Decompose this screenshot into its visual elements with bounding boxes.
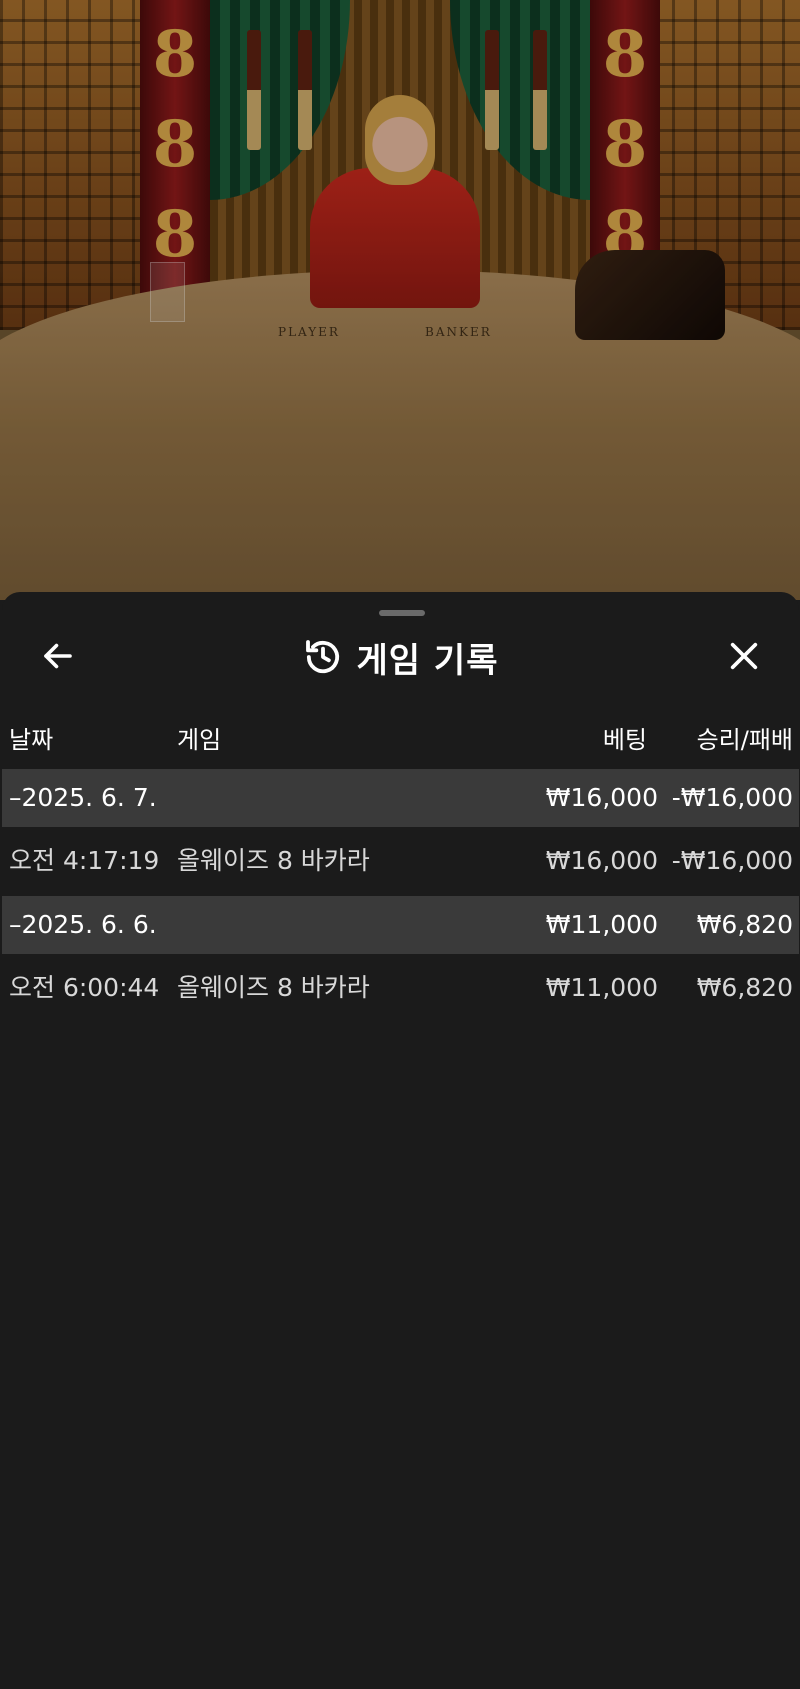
row-time: 오전 4:17:19: [9, 846, 160, 875]
page-title: 게임 기록: [356, 640, 499, 681]
row-winloss: ₩6,820: [696, 910, 793, 939]
column-header-winloss: 승리/패배: [696, 726, 793, 754]
row-game: 올웨이즈 8 바카라: [177, 973, 370, 1002]
drag-handle[interactable]: [379, 610, 425, 616]
sheet-header: 게임 기록: [2, 622, 799, 692]
row-bet: ₩11,000: [545, 973, 658, 1002]
date-group-row[interactable]: –2025. 6. 6. ₩11,000 ₩6,820: [2, 896, 799, 954]
column-header-game: 게임: [177, 726, 222, 754]
row-bet: ₩16,000: [545, 846, 658, 875]
row-bet: ₩16,000: [545, 783, 658, 812]
row-date: –2025. 6. 6.: [9, 910, 157, 939]
row-bet: ₩11,000: [545, 910, 658, 939]
date-group-row[interactable]: –2025. 6. 7. ₩16,000 -₩16,000: [2, 769, 799, 827]
column-header-bet: 베팅: [602, 726, 647, 754]
column-header-date: 날짜: [9, 726, 54, 754]
close-button[interactable]: [718, 630, 770, 682]
game-record-row[interactable]: 오전 4:17:19 올웨이즈 8 바카라 ₩16,000 -₩16,000: [2, 832, 799, 890]
game-history-sheet: 게임 기록 날짜 게임 베팅 승리/패배 –2025. 6. 7. ₩16,00…: [2, 592, 799, 1689]
video-overlay: [0, 0, 800, 600]
row-winloss: ₩6,820: [696, 973, 793, 1002]
live-video-feed: 8 8 8 8 8 8 PLAYER BANKER: [0, 0, 800, 600]
row-winloss: -₩16,000: [671, 783, 793, 812]
row-time: 오전 6:00:44: [9, 973, 160, 1002]
row-game: 올웨이즈 8 바카라: [177, 846, 370, 875]
row-date: –2025. 6. 7.: [9, 783, 157, 812]
game-record-row[interactable]: 오전 6:00:44 올웨이즈 8 바카라 ₩11,000 ₩6,820: [2, 959, 799, 1017]
row-winloss: -₩16,000: [671, 846, 793, 875]
close-icon: [730, 642, 758, 670]
history-icon: [305, 640, 339, 674]
title-group: 게임 기록: [2, 622, 799, 692]
